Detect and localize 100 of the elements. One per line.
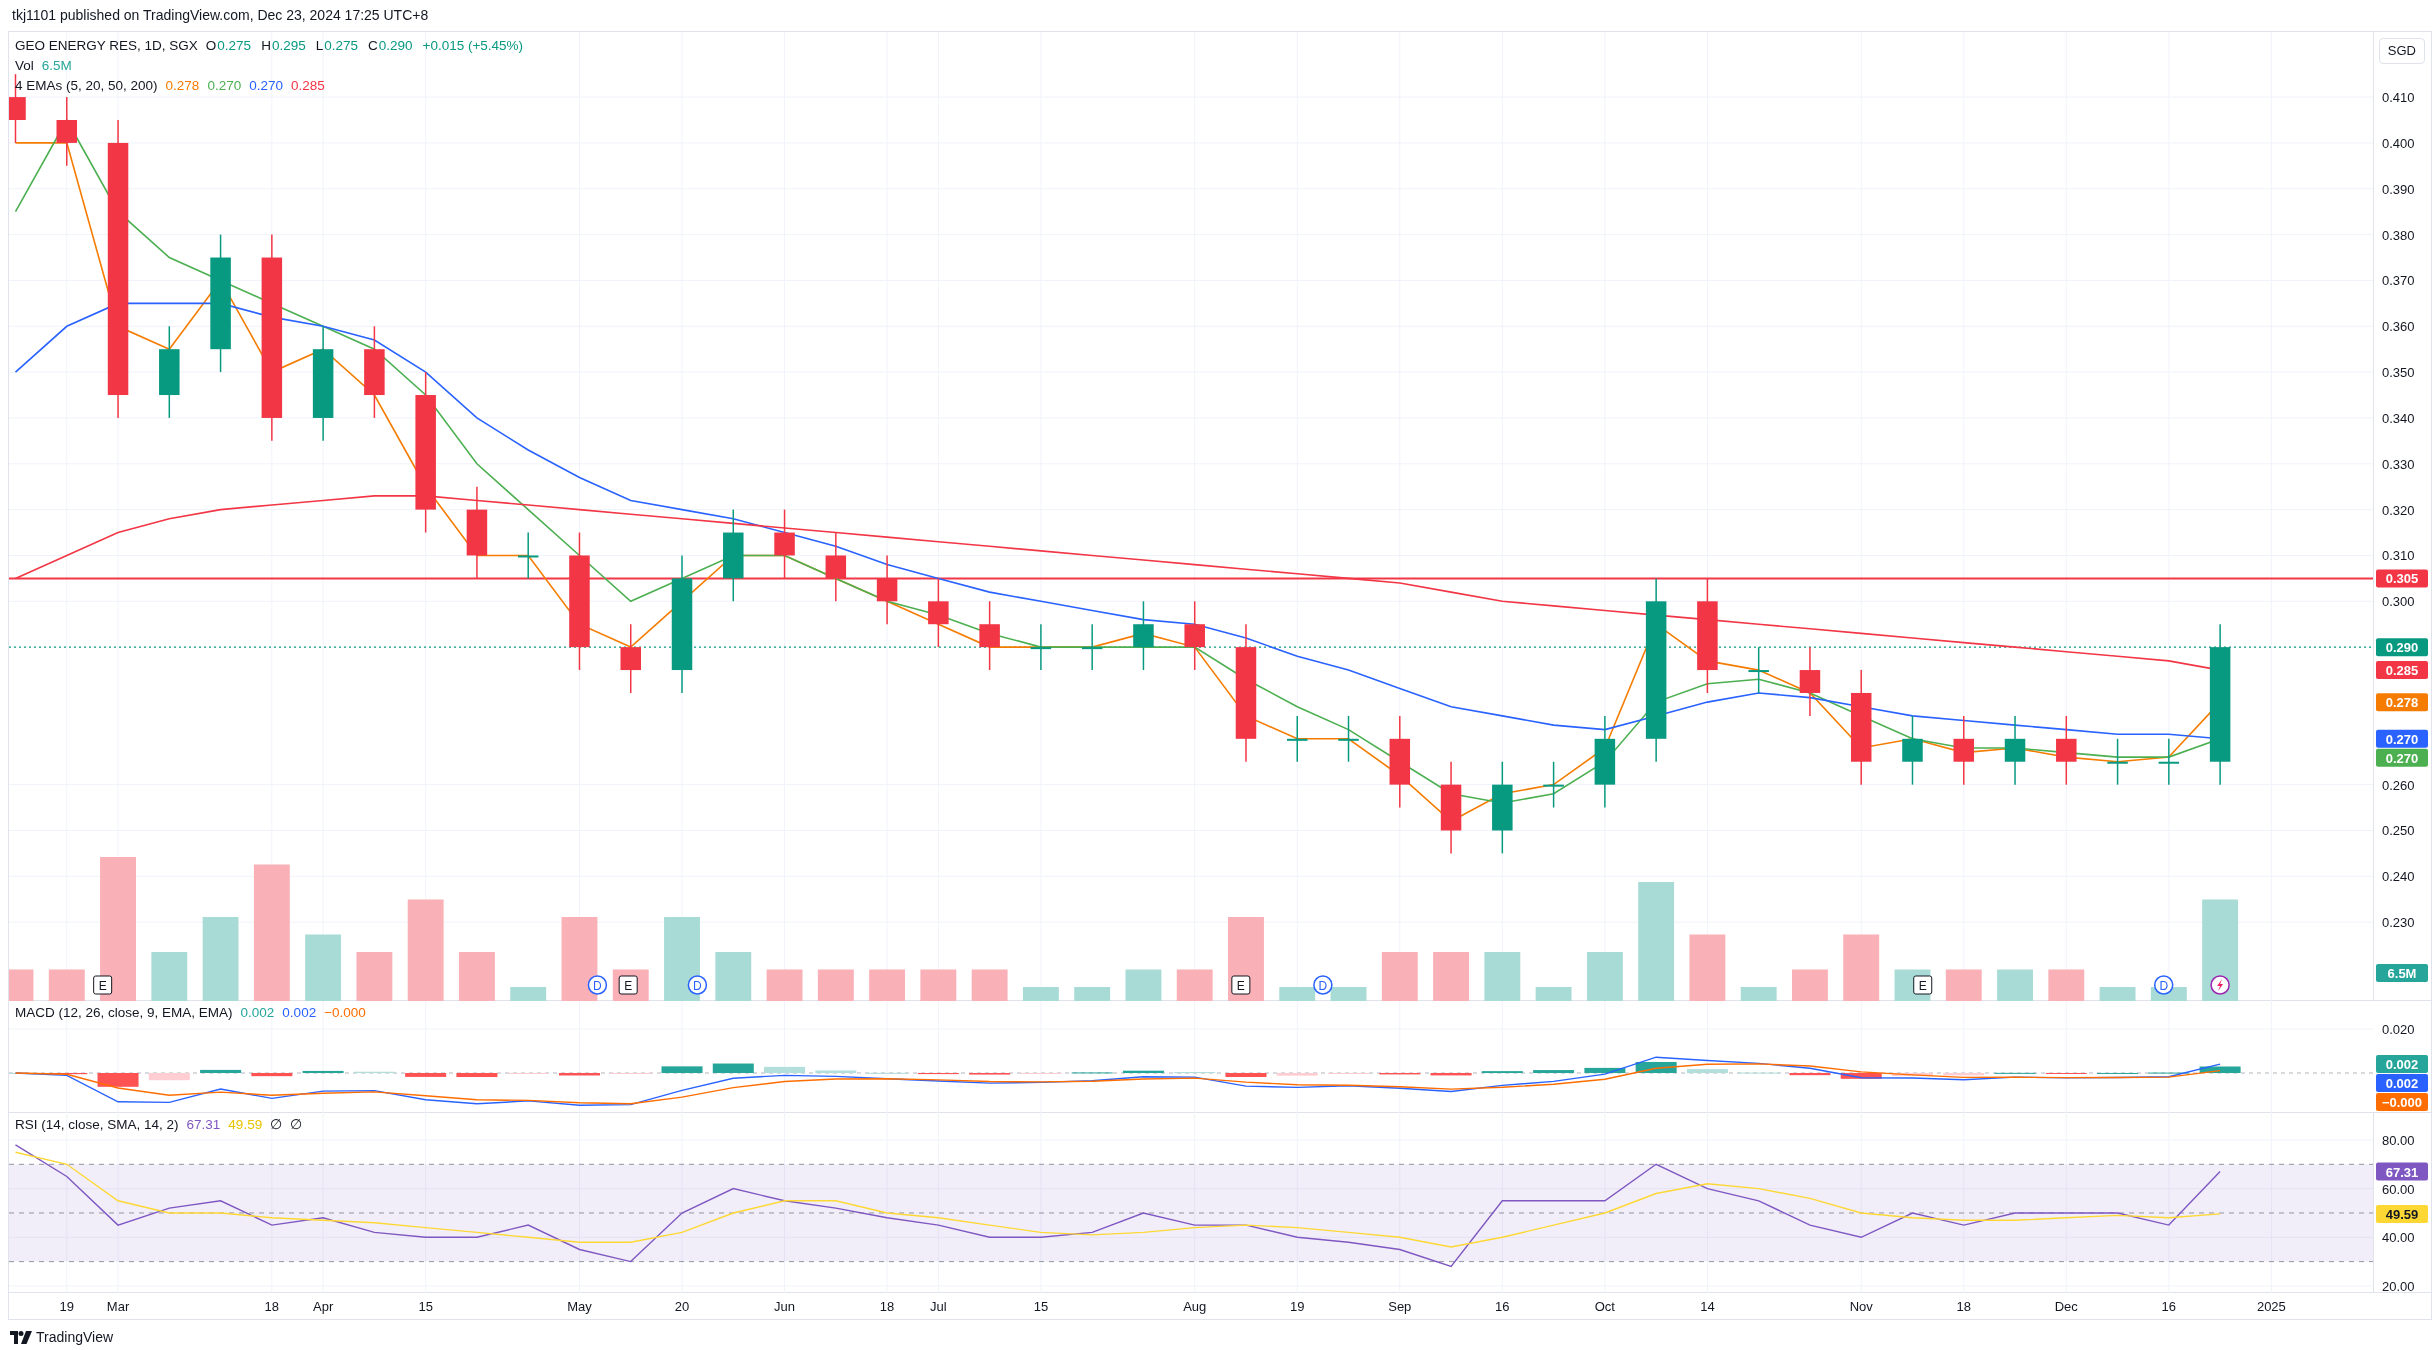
dividend-marker[interactable]: D — [1313, 975, 1333, 995]
time-axis-label: 19 — [59, 1299, 74, 1314]
indicator-value: ∅ — [270, 1117, 283, 1132]
volume-bar — [1279, 987, 1316, 1001]
earnings-marker[interactable]: E — [1231, 975, 1251, 995]
rsi-axis-label: 60.00 — [2382, 1181, 2415, 1197]
time-axis-label: Sep — [1388, 1299, 1412, 1314]
candle — [2107, 738, 2128, 786]
rsi-axis-label: 40.00 — [2382, 1230, 2415, 1246]
volume-bar — [2099, 987, 2136, 1001]
volume-bar — [1792, 969, 1828, 1001]
time-axis-label: May — [567, 1299, 592, 1314]
candle — [876, 554, 898, 625]
volume-bar — [1433, 952, 1469, 1001]
time-axis-label: Aug — [1183, 1299, 1207, 1314]
volume-bar — [1176, 969, 1213, 1001]
indicator-value: 0.270 — [249, 78, 283, 93]
price-badge: 0.290 — [2376, 638, 2428, 657]
volume-bar — [1740, 987, 1777, 1001]
earnings-marker[interactable]: E — [618, 975, 638, 995]
earnings-marker[interactable]: E — [93, 975, 113, 995]
time-axis-label: 18 — [264, 1299, 280, 1314]
volume-bar — [1381, 952, 1418, 1001]
indicator-value: 0.278 — [165, 78, 200, 93]
macd-badge: 0.002 — [2376, 1074, 2428, 1092]
price-axis-label: 0.240 — [2382, 869, 2415, 885]
volume-bar — [9, 969, 34, 1001]
brand-name: TradingView — [36, 1327, 114, 1347]
volume-bar — [766, 969, 803, 1001]
dividend-marker[interactable]: D — [587, 975, 608, 995]
ohlc-value: O0.275 — [205, 38, 252, 53]
dividend-marker[interactable]: D — [2153, 975, 2174, 995]
volume-bar — [1997, 969, 2033, 1001]
volume-bar — [920, 969, 957, 1001]
volume-bar — [1945, 969, 1982, 1001]
time-axis-label: 15 — [1033, 1299, 1049, 1314]
volume-bar — [459, 952, 495, 1001]
price-badge: 0.278 — [2376, 693, 2428, 712]
indicator-value: 0.285 — [290, 78, 325, 93]
candle — [1081, 623, 1103, 671]
price-badge: 0.285 — [2376, 661, 2428, 680]
volume-label: Vol — [15, 58, 34, 73]
indicator-value: 67.31 — [186, 1117, 221, 1132]
time-axis-label: 16 — [1495, 1299, 1510, 1314]
indicator-value: −0.000 — [324, 1005, 366, 1020]
volume-bar — [510, 987, 547, 1001]
volume-bar — [817, 969, 854, 1001]
volume-bar — [1330, 987, 1367, 1001]
ohlc-value: H0.295 — [261, 38, 306, 53]
time-axis-label: Oct — [1594, 1299, 1615, 1314]
lightning-icon[interactable] — [2210, 975, 2230, 995]
earnings-marker[interactable]: E — [1913, 975, 1933, 995]
price-axis-label: 0.340 — [2382, 410, 2415, 426]
price-axis-label: 0.310 — [2382, 548, 2415, 564]
candle — [517, 531, 539, 580]
rsi-axis-label: 20.00 — [2382, 1278, 2415, 1293]
macd-axis-label: 0.020 — [2382, 1022, 2415, 1037]
time-axis-label: Apr — [313, 1299, 334, 1314]
price-axis-label: 0.250 — [2382, 823, 2415, 839]
time-axis-label: 19 — [1290, 1299, 1305, 1314]
candle — [1184, 600, 1205, 671]
volume-bar — [2048, 969, 2085, 1001]
indicator-value: ∅ — [290, 1117, 303, 1132]
dividend-marker[interactable]: D — [687, 975, 708, 995]
time-axis-label: 2025 — [2256, 1299, 2286, 1314]
volume-bar — [971, 969, 1008, 1001]
volume-bar — [48, 969, 85, 1001]
time-axis-label: Jun — [774, 1299, 796, 1314]
volume-bar — [1535, 987, 1572, 1001]
candle — [928, 577, 949, 648]
candle — [9, 73, 26, 144]
indicator-title: RSI (14, close, SMA, 14, 2) — [15, 1117, 179, 1132]
price-axis-label: 0.260 — [2382, 777, 2415, 793]
indicator-value: 0.002 — [240, 1005, 275, 1020]
candle — [1030, 623, 1052, 671]
candle — [2158, 738, 2180, 786]
volume-bar — [1484, 952, 1521, 1001]
price-axis-label: 0.300 — [2382, 594, 2415, 610]
price-axis-label: 0.380 — [2382, 227, 2415, 243]
price-axis-label: 0.410 — [2382, 90, 2415, 106]
price-change: +0.015 (+5.45%) — [422, 38, 524, 53]
candle — [1799, 646, 1821, 717]
price-axis-label: 0.390 — [2382, 181, 2415, 197]
price-axis-label: 0.350 — [2382, 365, 2415, 381]
rsi-badge: 67.31 — [2376, 1162, 2428, 1181]
macd-badge: 0.002 — [2376, 1055, 2428, 1073]
volume-bar — [715, 952, 752, 1001]
candle — [1748, 646, 1769, 694]
indicator-value: 0.270 — [207, 78, 242, 93]
time-axis-label: 18 — [879, 1299, 895, 1314]
time-axis-label: 16 — [2161, 1299, 2177, 1314]
volume-bar — [1125, 969, 1162, 1001]
candle — [1543, 761, 1564, 809]
volume-bar — [1022, 987, 1059, 1001]
candle — [774, 508, 795, 580]
price-badge: 0.270 — [2376, 729, 2428, 748]
candle — [1902, 715, 1923, 786]
currency-button[interactable]: SGD — [2378, 38, 2425, 64]
volume-bar — [869, 969, 906, 1001]
time-axis-label: 18 — [1956, 1299, 1971, 1314]
